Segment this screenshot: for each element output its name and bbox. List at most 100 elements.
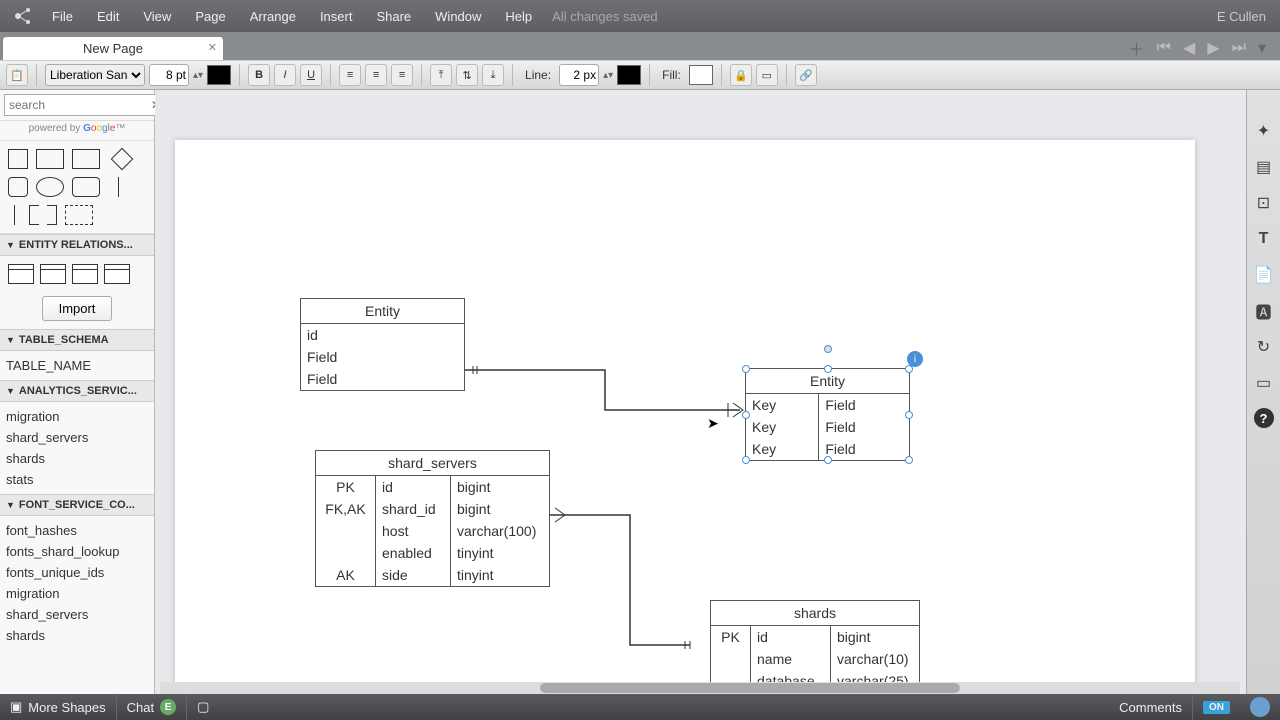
- resize-handle[interactable]: [905, 456, 913, 464]
- italic-button[interactable]: I: [274, 64, 296, 86]
- shape-bracket-r[interactable]: [47, 205, 57, 225]
- nav-first-icon[interactable]: ⏮: [1151, 39, 1177, 57]
- app-logo[interactable]: [6, 5, 40, 27]
- category-entity-relations[interactable]: ▼ENTITY RELATIONS...: [0, 234, 154, 256]
- shape-roundrect[interactable]: [72, 177, 100, 197]
- font-select[interactable]: Liberation Sans: [45, 64, 145, 86]
- resize-handle[interactable]: [742, 456, 750, 464]
- group-button[interactable]: ▭: [756, 64, 778, 86]
- menu-page[interactable]: Page: [183, 9, 237, 24]
- valign-bottom-button[interactable]: ⤓: [482, 64, 504, 86]
- page-icon[interactable]: 📄: [1253, 264, 1275, 286]
- table-cell[interactable]: varchar(10): [831, 648, 919, 670]
- entity2-cell[interactable]: Field: [819, 438, 909, 460]
- masters-icon[interactable]: ⊡: [1253, 192, 1275, 214]
- table-cell[interactable]: PK: [316, 476, 376, 498]
- menu-edit[interactable]: Edit: [85, 9, 131, 24]
- font-item[interactable]: fonts_unique_ids: [6, 562, 148, 583]
- analytics-item[interactable]: shard_servers: [6, 427, 148, 448]
- er-shape-4[interactable]: [104, 264, 130, 284]
- entity2-cell[interactable]: Key: [746, 438, 819, 460]
- shape-diamond[interactable]: [111, 148, 134, 171]
- entity2-cell[interactable]: Field: [819, 394, 909, 416]
- menu-file[interactable]: File: [40, 9, 85, 24]
- category-table-schema[interactable]: ▼TABLE_SCHEMA: [0, 329, 154, 351]
- menu-arrange[interactable]: Arrange: [238, 9, 308, 24]
- font-size-input[interactable]: [149, 64, 189, 86]
- entity2-cell[interactable]: Key: [746, 394, 819, 416]
- table-cell[interactable]: PK: [711, 626, 751, 648]
- menu-window[interactable]: Window: [423, 9, 493, 24]
- font-item[interactable]: fonts_shard_lookup: [6, 541, 148, 562]
- lock-button[interactable]: 🔒: [730, 64, 752, 86]
- valign-top-button[interactable]: ⤒: [430, 64, 452, 86]
- info-icon[interactable]: i: [907, 351, 923, 367]
- layers-icon[interactable]: ▤: [1253, 156, 1275, 178]
- resize-handle[interactable]: [742, 365, 750, 373]
- shape-bracket-l[interactable]: [29, 205, 39, 225]
- analytics-item[interactable]: shards: [6, 448, 148, 469]
- text-color-swatch[interactable]: [207, 65, 231, 85]
- menu-share[interactable]: Share: [364, 9, 423, 24]
- link-button[interactable]: 🔗: [795, 64, 817, 86]
- table-cell[interactable]: bigint: [451, 498, 549, 520]
- table-cell[interactable]: enabled: [376, 542, 451, 564]
- category-font-service[interactable]: ▼FONT_SERVICE_CO...: [0, 494, 154, 516]
- table-cell[interactable]: host: [376, 520, 451, 542]
- chat-button[interactable]: Chat E: [117, 699, 186, 715]
- table-cell[interactable]: [316, 520, 376, 542]
- bold-button[interactable]: B: [248, 64, 270, 86]
- size-stepper-icon[interactable]: ▴▾: [193, 70, 203, 81]
- entity1-row[interactable]: id: [301, 324, 464, 346]
- align-right-button[interactable]: ≡: [391, 64, 413, 86]
- import-button[interactable]: Import: [42, 296, 113, 321]
- scrollbar-thumb[interactable]: [540, 683, 960, 693]
- shape-ellipse[interactable]: [36, 177, 64, 197]
- canvas[interactable]: Entity id Field Field Entity KeyField Ke…: [155, 90, 1246, 720]
- shape-rect-tall[interactable]: [8, 149, 28, 169]
- resize-handle[interactable]: [905, 411, 913, 419]
- table-cell[interactable]: id: [751, 626, 831, 648]
- menu-help[interactable]: Help: [493, 9, 544, 24]
- font-item[interactable]: shards: [6, 625, 148, 646]
- resize-handle[interactable]: [824, 365, 832, 373]
- underline-button[interactable]: U: [300, 64, 322, 86]
- more-shapes-button[interactable]: ▣ More Shapes: [0, 699, 116, 715]
- shape-container[interactable]: [65, 205, 93, 225]
- shape-vline[interactable]: [118, 177, 119, 197]
- er-shape-1[interactable]: [8, 264, 34, 284]
- table-cell[interactable]: name: [751, 648, 831, 670]
- table-cell[interactable]: FK,AK: [316, 498, 376, 520]
- table-cell[interactable]: [316, 542, 376, 564]
- nav-last-icon[interactable]: ⏭: [1226, 39, 1252, 57]
- theme-icon[interactable]: 🅰: [1253, 300, 1275, 322]
- sharing-toggle[interactable]: ON: [1193, 701, 1240, 714]
- shard-servers-table[interactable]: shard_servers PKidbigint FK,AKshard_idbi…: [315, 450, 550, 587]
- shape-rect-wide[interactable]: [72, 149, 100, 169]
- entity2-cell[interactable]: Field: [819, 416, 909, 438]
- history-icon[interactable]: ↻: [1253, 336, 1275, 358]
- shape-roundrect-sq[interactable]: [8, 177, 28, 197]
- entity1-row[interactable]: Field: [301, 368, 464, 390]
- add-page-icon[interactable]: ＋: [1123, 36, 1151, 60]
- schema-item[interactable]: TABLE_NAME: [6, 355, 148, 376]
- entity2-table[interactable]: Entity KeyField KeyField KeyField i: [745, 368, 910, 461]
- shape-vline2[interactable]: [14, 205, 15, 225]
- table-cell[interactable]: tinyint: [451, 564, 549, 586]
- table-cell[interactable]: varchar(100): [451, 520, 549, 542]
- page-tab[interactable]: New Page ✕: [2, 36, 224, 60]
- table-cell[interactable]: side: [376, 564, 451, 586]
- nav-prev-icon[interactable]: ◀: [1177, 38, 1201, 58]
- resize-handle[interactable]: [824, 456, 832, 464]
- table-cell[interactable]: shard_id: [376, 498, 451, 520]
- font-item[interactable]: font_hashes: [6, 520, 148, 541]
- horizontal-scrollbar[interactable]: [160, 682, 1240, 694]
- analytics-item[interactable]: migration: [6, 406, 148, 427]
- table-cell[interactable]: bigint: [451, 476, 549, 498]
- fill-color-swatch[interactable]: [689, 65, 713, 85]
- publish-icon[interactable]: [1240, 697, 1280, 717]
- table-cell[interactable]: [711, 648, 751, 670]
- rotate-handle[interactable]: [824, 345, 832, 353]
- table-cell[interactable]: AK: [316, 564, 376, 586]
- present-icon[interactable]: ▭: [1253, 372, 1275, 394]
